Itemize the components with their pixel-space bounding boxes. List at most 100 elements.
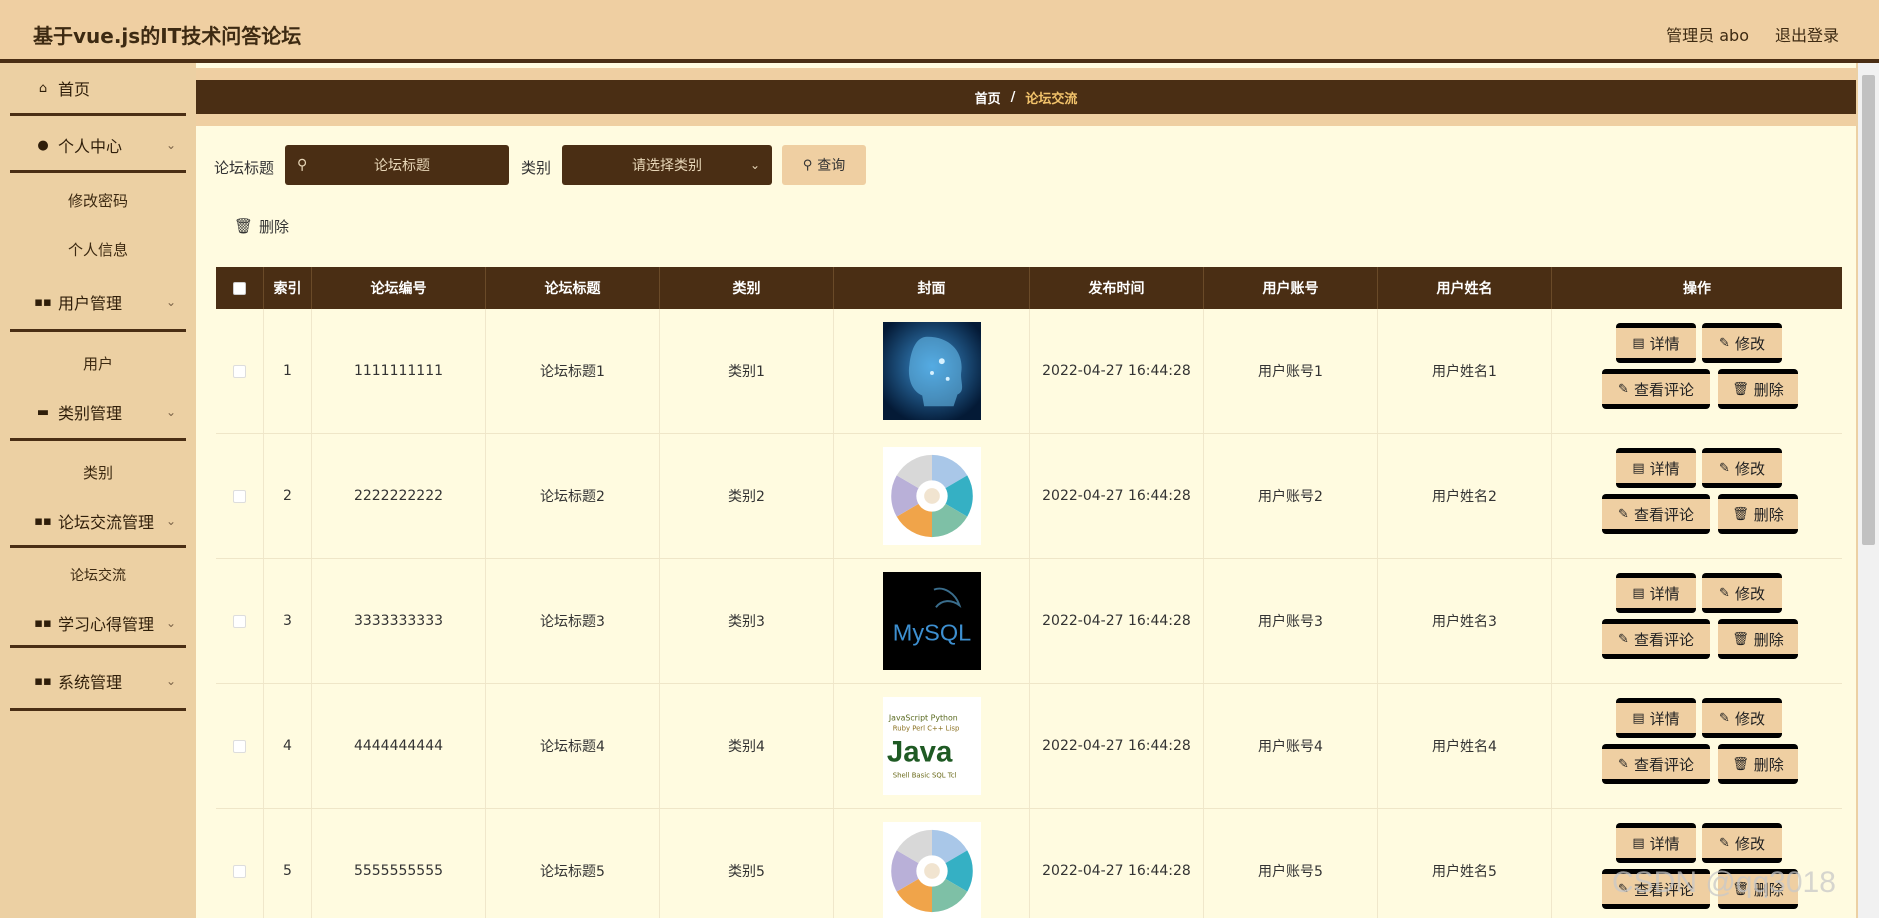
row-account: 用户账号3 [1204, 559, 1378, 683]
row-cover: MySQL [834, 559, 1030, 683]
category-search-label: 类别 [521, 159, 552, 177]
sidebar-divider [10, 113, 186, 116]
select-all-cell [216, 267, 264, 309]
edit-button-label: 修改 [1734, 459, 1765, 478]
sidebar-item-study-notes-management[interactable]: ▪▪ 学习心得管理 ⌄ [10, 598, 186, 648]
query-button[interactable]: ⚲ 查询 [782, 145, 866, 185]
select-all-checkbox[interactable] [233, 281, 246, 295]
sidebar-item-label: 系统管理 [58, 673, 123, 692]
delete-button[interactable]: 🗑 删除 [1718, 744, 1798, 784]
edit-icon: ✎ [1618, 506, 1629, 522]
detail-button[interactable]: ▤ 详情 [1616, 323, 1696, 363]
column-header-title: 论坛标题 [486, 267, 660, 309]
chevron-down-icon: ⌄ [165, 295, 176, 309]
trash-icon: 🗑 [234, 217, 254, 235]
sidebar-item-user-management[interactable]: ▪▪ 用户管理 ⌄ [10, 277, 186, 327]
detail-button[interactable]: ▤ 详情 [1616, 448, 1696, 488]
view-comments-button[interactable]: ✎ 查看评论 [1602, 619, 1710, 659]
sidebar-item-home[interactable]: ⌂ 首页 [10, 63, 186, 113]
detail-button[interactable]: ▤ 详情 [1616, 823, 1696, 863]
view-comments-button-label: 查看评论 [1633, 630, 1694, 649]
java-logo-text: Java [886, 736, 952, 769]
row-index: 2 [264, 434, 312, 558]
edit-icon: ✎ [1719, 710, 1730, 726]
sidebar-subitem-users[interactable]: 用户 [10, 343, 186, 383]
sidebar-subitem-categories[interactable]: 类别 [10, 452, 186, 492]
breadcrumb: 首页 / 论坛交流 [196, 80, 1856, 114]
row-title: 论坛标题1 [486, 309, 660, 433]
edit-button-label: 修改 [1734, 834, 1765, 853]
row-account: 用户账号1 [1204, 309, 1378, 433]
sidebar-item-system-management[interactable]: ▪▪ 系统管理 ⌄ [10, 656, 186, 706]
column-header-username: 用户姓名 [1378, 267, 1552, 309]
view-comments-button[interactable]: ✎ 查看评论 [1602, 369, 1710, 409]
title-search-input[interactable]: ⚲ 论坛标题 [285, 145, 509, 185]
cover-image: JavaScript PythonRuby Perl C++ Lisp Java S… [882, 697, 981, 795]
row-checkbox[interactable] [233, 739, 246, 753]
detail-button[interactable]: ▤ 详情 [1616, 573, 1696, 613]
search-icon: ⚲ [802, 157, 813, 173]
top-header: 基于vue.js的IT技术问答论坛 管理员 abo 退出登录 [0, 0, 1879, 63]
document-icon: ▤ [1632, 835, 1645, 851]
edit-button-label: 修改 [1734, 709, 1765, 728]
view-comments-button-label: 查看评论 [1633, 505, 1694, 524]
view-comments-button[interactable]: ✎ 查看评论 [1602, 744, 1710, 784]
cover-image [882, 822, 981, 918]
chevron-down-icon: ⌄ [165, 514, 176, 528]
row-username: 用户姓名4 [1378, 684, 1552, 808]
row-category: 类别1 [660, 309, 834, 433]
delete-button[interactable]: 🗑 删除 [1718, 619, 1798, 659]
edit-button[interactable]: ✎ 修改 [1702, 573, 1782, 613]
breadcrumb-home[interactable]: 首页 [975, 88, 1001, 107]
table-row: 3 3333333333 论坛标题3 类别3 MySQL 2022-04-27 16:44… [216, 559, 1842, 684]
row-checkbox[interactable] [233, 364, 246, 378]
row-actions: ▤ 详情 ✎ 修改 ✎ 查看评论 🗑 删除 [1552, 434, 1842, 558]
trash-icon: 🗑 [1732, 631, 1749, 647]
sidebar-divider [10, 545, 186, 548]
grid-icon: ▪▪ [34, 513, 52, 529]
row-number: 2222222222 [312, 434, 486, 558]
sidebar-subitem-personal-info[interactable]: 个人信息 [10, 229, 186, 269]
edit-icon: ✎ [1719, 335, 1730, 351]
detail-button[interactable]: ▤ 详情 [1616, 698, 1696, 738]
row-index: 4 [264, 684, 312, 808]
logout-link[interactable]: 退出登录 [1775, 22, 1839, 46]
mysql-logo-text: MySQL [892, 620, 970, 646]
row-checkbox[interactable] [233, 864, 246, 878]
edit-button[interactable]: ✎ 修改 [1702, 448, 1782, 488]
edit-button[interactable]: ✎ 修改 [1702, 323, 1782, 363]
title-search-placeholder: 论坛标题 [374, 158, 430, 174]
sidebar-subitem-forum[interactable]: 论坛交流 [10, 555, 186, 595]
chevron-down-icon: ⌄ [165, 616, 176, 630]
delete-button[interactable]: 🗑 删除 [1718, 494, 1798, 534]
view-comments-button[interactable]: ✎ 查看评论 [1602, 494, 1710, 534]
batch-delete-button[interactable]: 🗑 删除 [234, 211, 289, 241]
sidebar-item-forum-management[interactable]: ▪▪ 论坛交流管理 ⌄ [10, 496, 186, 546]
edit-button-label: 修改 [1734, 334, 1765, 353]
sidebar-subitem-change-password[interactable]: 修改密码 [10, 180, 186, 220]
grid-icon: ▪▪ [34, 294, 52, 310]
delete-button[interactable]: 🗑 删除 [1718, 369, 1798, 409]
view-comments-button-label: 查看评论 [1633, 755, 1694, 774]
row-checkbox[interactable] [233, 614, 246, 628]
user-icon: ● [37, 137, 49, 153]
table-row: 1 1111111111 论坛标题1 类别1 2022-04-27 16:44:28 用户… [216, 309, 1842, 434]
edit-button[interactable]: ✎ 修改 [1702, 698, 1782, 738]
row-checkbox[interactable] [233, 489, 246, 503]
edit-button[interactable]: ✎ 修改 [1702, 823, 1782, 863]
cover-image: MySQL [882, 572, 981, 670]
edit-icon: ✎ [1719, 585, 1730, 601]
detail-button-label: 详情 [1649, 334, 1680, 353]
row-username: 用户姓名5 [1378, 809, 1552, 918]
row-time: 2022-04-27 16:44:28 [1030, 559, 1204, 683]
cover-image [882, 322, 981, 420]
row-time: 2022-04-27 16:44:28 [1030, 684, 1204, 808]
scrollbar-thumb[interactable] [1862, 75, 1875, 545]
sidebar-divider [10, 329, 186, 332]
category-select[interactable]: 请选择类别 ⌄ [562, 145, 772, 185]
svg-text:JavaScript Python: JavaScript Python [887, 714, 957, 723]
sidebar-item-category-management[interactable]: ▬ 类别管理 ⌄ [10, 387, 186, 437]
sidebar-item-personal-center[interactable]: ● 个人中心 ⌄ [10, 120, 186, 170]
row-cover [834, 309, 1030, 433]
row-actions: ▤ 详情 ✎ 修改 ✎ 查看评论 🗑 删除 [1552, 559, 1842, 683]
